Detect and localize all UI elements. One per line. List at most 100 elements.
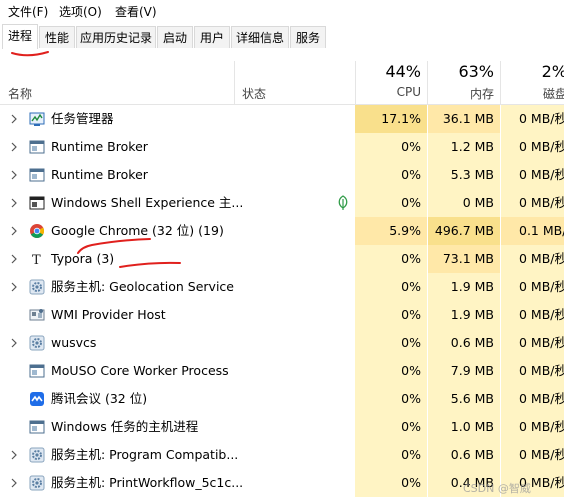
memory-value: 36.1 MB bbox=[428, 105, 500, 133]
process-name: 腾讯会议 (32 位) bbox=[51, 391, 148, 406]
cpu-value: 0% bbox=[355, 413, 427, 441]
tab-performance[interactable]: 性能 bbox=[39, 26, 75, 48]
process-row[interactable]: T Typora (3) 0% 73.1 MB 0 MB/秒 bbox=[0, 245, 564, 273]
process-name: WMI Provider Host bbox=[51, 307, 166, 322]
tab-details[interactable]: 详细信息 bbox=[231, 26, 289, 48]
cpu-value: 0% bbox=[355, 161, 427, 189]
cpu-value: 0% bbox=[355, 329, 427, 357]
chevron-right-icon[interactable] bbox=[9, 140, 19, 154]
process-row[interactable]: Runtime Broker 0% 1.2 MB 0 MB/秒 bbox=[0, 133, 564, 161]
chevron-right-icon[interactable] bbox=[9, 252, 19, 266]
chevron-right-icon[interactable] bbox=[9, 448, 19, 462]
watermark: CSDN @智威 bbox=[463, 482, 531, 495]
shell-window-icon bbox=[29, 195, 45, 211]
disk-value: 0.1 MB/秒 bbox=[501, 217, 564, 245]
process-name-cell: 服务主机: Program Compatib... bbox=[0, 441, 355, 469]
chevron-right-icon[interactable] bbox=[9, 224, 19, 238]
memory-value: 1.9 MB bbox=[428, 301, 500, 329]
cpu-value: 0% bbox=[355, 133, 427, 161]
chevron-right-icon[interactable] bbox=[9, 476, 19, 490]
column-cpu-header[interactable]: CPU bbox=[360, 85, 421, 99]
gear-icon bbox=[29, 475, 45, 491]
disk-value: 0 MB/秒 bbox=[501, 441, 564, 469]
gear-icon bbox=[29, 447, 45, 463]
cpu-value: 5.9% bbox=[355, 217, 427, 245]
process-row[interactable]: 服务主机: Geolocation Service 0% 1.9 MB 0 MB/秒 bbox=[0, 273, 564, 301]
chevron-right-icon[interactable] bbox=[9, 196, 19, 210]
disk-value: 0 MB/秒 bbox=[501, 385, 564, 413]
process-name: Windows Shell Experience 主... bbox=[51, 195, 244, 210]
column-memory-header[interactable]: 内存 bbox=[432, 85, 494, 102]
column-separator[interactable] bbox=[427, 61, 428, 104]
column-name-header[interactable]: 名称 bbox=[8, 85, 32, 102]
chevron-right-icon[interactable] bbox=[9, 280, 19, 294]
memory-value: 1.2 MB bbox=[428, 133, 500, 161]
cpu-value: 0% bbox=[355, 189, 427, 217]
process-row[interactable]: MoUSO Core Worker Process 0% 7.9 MB 0 MB/秒 bbox=[0, 357, 564, 385]
disk-value: 0 MB/秒 bbox=[501, 161, 564, 189]
process-row[interactable]: Google Chrome (32 位) (19) 5.9% 496.7 MB 0.1… bbox=[0, 217, 564, 245]
process-row[interactable]: Runtime Broker 0% 5.3 MB 0 MB/秒 bbox=[0, 161, 564, 189]
menu-view[interactable]: 查看(V) bbox=[113, 3, 159, 21]
process-name-cell: 服务主机: Geolocation Service bbox=[0, 273, 355, 301]
cpu-value: 0% bbox=[355, 273, 427, 301]
typora-icon: T bbox=[29, 251, 45, 268]
column-separator[interactable] bbox=[355, 61, 356, 104]
process-row[interactable]: Windows 任务的主机进程 0% 1.0 MB 0 MB/秒 bbox=[0, 413, 564, 441]
process-name: 任务管理器 bbox=[51, 111, 114, 126]
process-row[interactable]: WMI Provider Host 0% 1.9 MB 0 MB/秒 bbox=[0, 301, 564, 329]
column-separator[interactable] bbox=[234, 61, 235, 104]
tencent-meeting-icon bbox=[29, 391, 45, 407]
menu-options[interactable]: 选项(O) bbox=[57, 3, 104, 21]
process-row[interactable]: wusvcs 0% 0.6 MB 0 MB/秒 bbox=[0, 329, 564, 357]
process-name: Typora (3) bbox=[51, 251, 115, 266]
process-name: 服务主机: PrintWorkflow_5c1c... bbox=[51, 475, 244, 490]
menu-bar: 文件(F) 选项(O) 查看(V) bbox=[0, 0, 564, 24]
memory-value: 7.9 MB bbox=[428, 357, 500, 385]
memory-value: 1.9 MB bbox=[428, 273, 500, 301]
menu-file[interactable]: 文件(F) bbox=[6, 3, 50, 21]
tab-app-history[interactable]: 应用历史记录 bbox=[76, 26, 156, 48]
column-status-header[interactable]: 状态 bbox=[242, 85, 266, 102]
memory-value: 1.0 MB bbox=[428, 413, 500, 441]
process-name: MoUSO Core Worker Process bbox=[51, 363, 229, 378]
chevron-right-icon[interactable] bbox=[9, 112, 19, 126]
tab-services[interactable]: 服务 bbox=[290, 26, 326, 48]
disk-value: 0 MB/秒 bbox=[501, 301, 564, 329]
gear-icon bbox=[29, 335, 45, 351]
tab-processes[interactable]: 进程 bbox=[2, 24, 38, 50]
column-disk-header[interactable]: 磁盘 bbox=[505, 85, 564, 102]
memory-total-percent[interactable]: 63% bbox=[432, 62, 494, 81]
memory-value: 0.6 MB bbox=[428, 441, 500, 469]
process-row[interactable]: Windows Shell Experience 主... 0% 0 MB 0 MB/… bbox=[0, 189, 564, 217]
process-row[interactable]: 腾讯会议 (32 位) 0% 5.6 MB 0 MB/秒 bbox=[0, 385, 564, 413]
process-name-cell: Runtime Broker bbox=[0, 133, 355, 161]
memory-value: 73.1 MB bbox=[428, 245, 500, 273]
cpu-value: 0% bbox=[355, 357, 427, 385]
app-window-icon bbox=[29, 139, 45, 155]
process-name-cell: wusvcs bbox=[0, 329, 355, 357]
chevron-right-icon[interactable] bbox=[9, 168, 19, 182]
tab-startup[interactable]: 启动 bbox=[157, 26, 193, 48]
cpu-value: 0% bbox=[355, 301, 427, 329]
task-manager-icon bbox=[29, 111, 45, 127]
chevron-right-icon[interactable] bbox=[9, 336, 19, 350]
app-window-icon bbox=[29, 419, 45, 435]
disk-total-percent[interactable]: 2% bbox=[505, 62, 564, 81]
disk-value: 0 MB/秒 bbox=[501, 105, 564, 133]
column-separator[interactable] bbox=[500, 61, 501, 104]
disk-value: 0 MB/秒 bbox=[501, 273, 564, 301]
tab-users[interactable]: 用户 bbox=[194, 26, 230, 48]
memory-value: 496.7 MB bbox=[428, 217, 500, 245]
memory-value: 5.3 MB bbox=[428, 161, 500, 189]
tab-bar: 进程 性能 应用历史记录 启动 用户 详细信息 服务 bbox=[0, 24, 564, 50]
process-name-cell: Google Chrome (32 位) (19) bbox=[0, 217, 355, 245]
disk-value: 0 MB/秒 bbox=[501, 357, 564, 385]
memory-value: 0.6 MB bbox=[428, 329, 500, 357]
disk-value: 0 MB/秒 bbox=[501, 413, 564, 441]
process-name: Runtime Broker bbox=[51, 139, 148, 154]
process-name: Windows 任务的主机进程 bbox=[51, 419, 199, 434]
cpu-total-percent[interactable]: 44% bbox=[360, 62, 421, 81]
process-row[interactable]: 任务管理器 17.1% 36.1 MB 0 MB/秒 bbox=[0, 105, 564, 133]
process-row[interactable]: 服务主机: Program Compatib... 0% 0.6 MB 0 MB/秒 bbox=[0, 441, 564, 469]
